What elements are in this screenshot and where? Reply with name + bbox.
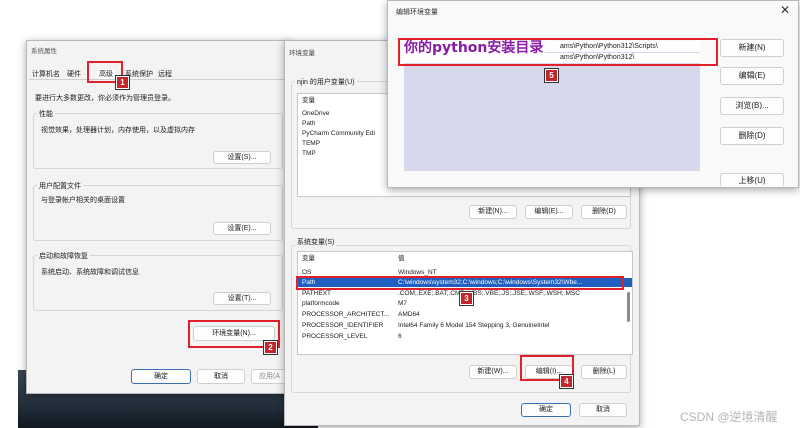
var-value: M7: [398, 300, 408, 307]
var-name: PROCESSOR_ARCHITECT...: [302, 311, 390, 318]
edit-move-up-button[interactable]: 上移(U): [720, 173, 784, 187]
var-value: Intel64 Family 6 Model 154 Stepping 3, G…: [398, 322, 550, 329]
env-cancel-button[interactable]: 取消: [579, 403, 627, 417]
table-row[interactable]: PROCESSOR_ARCHITECT... AMD64: [298, 310, 632, 319]
var-name: PROCESSOR_LEVEL: [302, 333, 368, 340]
highlight-path-row: [296, 276, 624, 290]
var-name: PROCESSOR_IDENTIFIER: [302, 322, 384, 329]
vertical-scrollbar[interactable]: [627, 292, 630, 322]
step-badge-2: 2: [264, 341, 277, 354]
profiles-label: 用户配置文件: [37, 181, 83, 191]
apply-button[interactable]: 应用(A: [251, 369, 287, 384]
step-badge-5: 5: [545, 69, 558, 82]
cancel-button[interactable]: 取消: [197, 369, 245, 384]
edit-environment-variable-dialog: 编辑环境变量 ✕ ams\Python\Python312\Scripts\ a…: [387, 0, 799, 188]
edit-new-button[interactable]: 新建(N): [720, 39, 784, 57]
var-value: .COM;.EXE;.BAT;.CMD;.VBS;.VBE;.JS;.JSE;.…: [398, 290, 580, 297]
var-name: platformcode: [302, 300, 340, 307]
dialog-title: 系统属性: [31, 48, 57, 55]
startup-settings-button[interactable]: 设置(T)...: [213, 292, 271, 305]
table-row[interactable]: PROCESSOR_IDENTIFIER Intel64 Family 6 Mo…: [298, 321, 632, 330]
var-name: OS: [302, 269, 312, 276]
tab-computer-name[interactable]: 计算机名: [32, 69, 60, 79]
profiles-settings-button[interactable]: 设置(E)...: [213, 222, 271, 235]
admin-note: 要进行大多数更改，你必须作为管理员登录。: [35, 95, 175, 102]
close-icon[interactable]: ✕: [780, 3, 790, 17]
edit-edit-button[interactable]: 编辑(E): [720, 67, 784, 85]
var-name: PATHEXT: [302, 290, 332, 297]
tab-remote[interactable]: 远程: [158, 69, 172, 79]
startup-label: 启动和故障恢复: [37, 251, 90, 261]
column-header-value: 值: [398, 255, 405, 262]
profiles-desc: 与登录帐户相关的桌面设置: [41, 197, 125, 204]
startup-desc: 系统启动、系统故障和调试信息: [41, 269, 139, 276]
performance-label: 性能: [37, 109, 55, 119]
watermark: CSDN @逆境清醒: [680, 410, 778, 424]
edit-browse-button[interactable]: 浏览(B)...: [720, 97, 784, 115]
ok-button[interactable]: 确定: [131, 369, 191, 384]
column-header-name: 变量: [302, 255, 315, 262]
var-value: AMD64: [398, 311, 420, 318]
system-new-button[interactable]: 新建(W)...: [469, 365, 517, 379]
step-badge-3: 3: [460, 292, 473, 305]
tab-divider: [29, 79, 285, 80]
tab-hardware[interactable]: 硬件: [67, 69, 81, 79]
env-dialog-title: 环境变量: [289, 50, 315, 57]
var-value: 6: [398, 333, 402, 340]
user-vars-label: njin 的用户变量(U): [295, 77, 357, 87]
tab-system-protection[interactable]: 系统保护: [125, 69, 153, 79]
highlight-path-entries: [398, 38, 718, 66]
step-badge-1: 1: [116, 76, 129, 89]
user-new-button[interactable]: 新建(N)...: [469, 205, 517, 219]
edit-delete-button[interactable]: 删除(D): [720, 127, 784, 145]
user-edit-button[interactable]: 编辑(E)...: [525, 205, 573, 219]
edit-dialog-title: 编辑环境变量: [396, 9, 438, 16]
system-vars-header: 变量 值: [298, 254, 632, 263]
system-delete-button[interactable]: 删除(L): [581, 365, 627, 379]
table-row[interactable]: PROCESSOR_LEVEL 6: [298, 332, 632, 341]
performance-settings-button[interactable]: 设置(S)...: [213, 151, 271, 164]
env-ok-button[interactable]: 确定: [521, 403, 571, 417]
user-delete-button[interactable]: 删除(D): [581, 205, 627, 219]
step-badge-4: 4: [560, 375, 573, 388]
performance-desc: 视觉效果，处理器计划，内存使用，以及虚拟内存: [41, 127, 195, 134]
system-vars-label: 系统变量(S): [295, 237, 337, 247]
